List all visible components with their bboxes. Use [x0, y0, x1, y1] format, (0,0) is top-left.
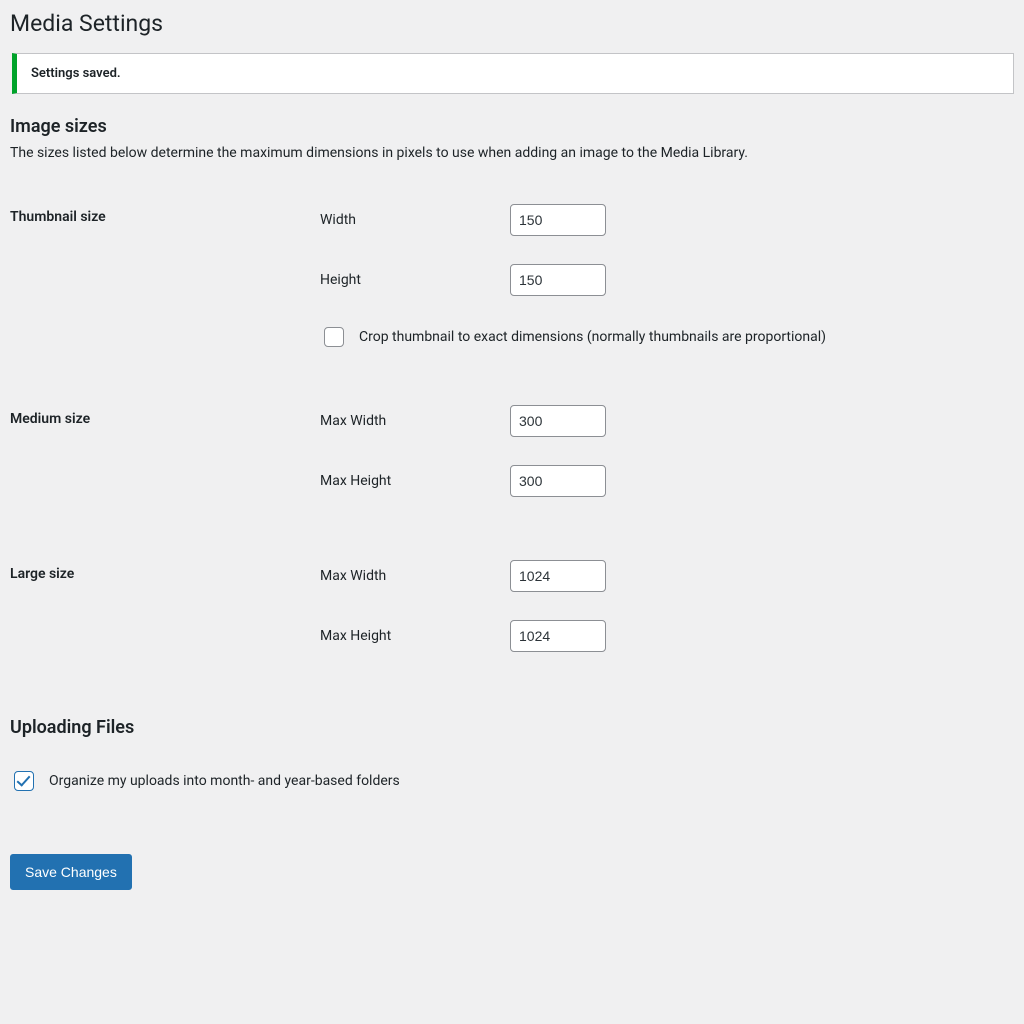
large-size-label: Large size	[10, 520, 280, 675]
uploading-files-heading: Uploading Files	[10, 717, 1014, 738]
thumbnail-width-label: Width	[320, 212, 510, 228]
thumbnail-height-input[interactable]	[510, 264, 606, 296]
medium-size-label: Medium size	[10, 365, 280, 520]
notice-message: Settings saved.	[31, 66, 999, 81]
medium-height-input[interactable]	[510, 465, 606, 497]
thumbnail-crop-checkbox[interactable]	[324, 327, 344, 347]
organize-uploads-label[interactable]: Organize my uploads into month- and year…	[49, 773, 400, 789]
page-title: Media Settings	[10, 0, 1014, 45]
thumbnail-width-input[interactable]	[510, 204, 606, 236]
medium-width-input[interactable]	[510, 405, 606, 437]
large-height-label: Max Height	[320, 628, 510, 644]
settings-saved-notice: Settings saved.	[12, 53, 1014, 94]
large-width-input[interactable]	[510, 560, 606, 592]
image-sizes-description: The sizes listed below determine the max…	[10, 145, 1014, 161]
thumbnail-height-label: Height	[320, 272, 510, 288]
thumbnail-size-label: Thumbnail size	[10, 189, 280, 365]
save-changes-button[interactable]: Save Changes	[10, 854, 132, 890]
image-sizes-heading: Image sizes	[10, 116, 1014, 137]
medium-height-label: Max Height	[320, 473, 510, 489]
large-width-label: Max Width	[320, 568, 510, 584]
image-sizes-table: Thumbnail size Width Height Crop thumbna…	[10, 189, 1014, 675]
organize-uploads-checkbox[interactable]	[14, 771, 34, 791]
large-height-input[interactable]	[510, 620, 606, 652]
thumbnail-crop-label[interactable]: Crop thumbnail to exact dimensions (norm…	[359, 329, 826, 345]
medium-width-label: Max Width	[320, 413, 510, 429]
